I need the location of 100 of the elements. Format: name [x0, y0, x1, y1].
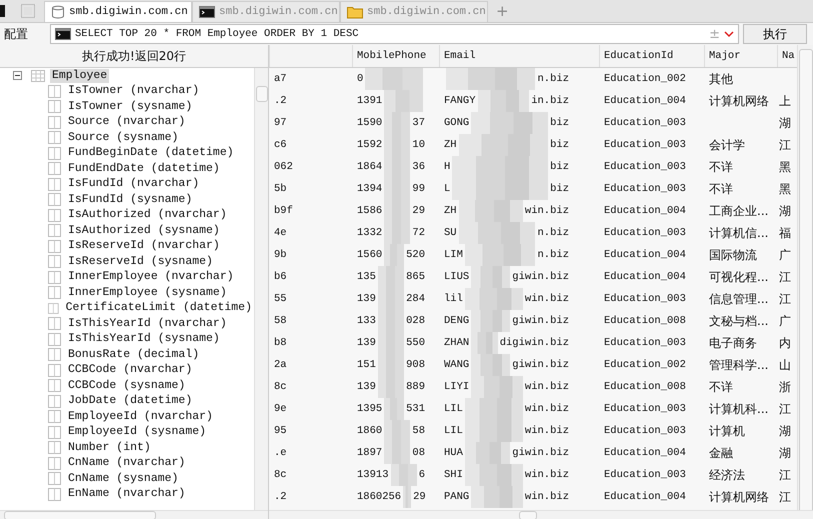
status-message: 执行成功!返回20行 [80, 48, 188, 64]
tree-item[interactable]: IsTowner (sysname) [66, 100, 194, 114]
tree-item[interactable]: EmployeeId (nvarchar) [66, 410, 215, 424]
tree-item[interactable]: EnName (nvarchar) [66, 487, 188, 502]
table-cell: 江 [779, 402, 791, 416]
column-icon [48, 348, 61, 362]
table-cell: 531 [406, 403, 425, 415]
horizontal-scrollbar[interactable] [269, 510, 813, 519]
tree-item[interactable]: FundEndDate (datetime) [66, 162, 222, 176]
table-cell: 计算机科... [709, 402, 768, 416]
table-cell: 99 [412, 183, 425, 195]
table-cell: Education_003 [604, 117, 686, 129]
table-cell: n.biz [537, 227, 569, 239]
tree-item[interactable]: JobDate (datetime) [66, 394, 194, 408]
tree-item[interactable]: CnName (sysname) [66, 472, 180, 486]
tree-item[interactable]: CnName (nvarchar) [66, 456, 188, 470]
table-cell: 工商企业... [709, 204, 768, 218]
column-header[interactable]: Major [704, 45, 777, 67]
tab[interactable]: smb.digiwin.com.cn [44, 1, 192, 22]
table-cell: 95 [274, 425, 287, 437]
table-cell: win.biz [524, 381, 569, 393]
column-icon [48, 270, 61, 284]
table-cell: 江 [779, 292, 791, 306]
tree-item[interactable]: IsReserveId (nvarchar) [66, 239, 222, 254]
table-cell: win.biz [524, 293, 569, 305]
table-cell: .e [274, 447, 287, 459]
collapse-icon[interactable] [13, 71, 22, 80]
vertical-scrollbar[interactable] [797, 45, 813, 510]
table-cell: Education_002 [604, 73, 686, 85]
column-header[interactable]: MobilePhone [352, 45, 439, 67]
table-cell: 72 [412, 227, 425, 239]
tree-item[interactable]: Source (nvarchar) [66, 115, 188, 130]
table-cell: 可视化程... [709, 270, 768, 284]
table-cell: 08 [412, 447, 425, 459]
tree-item[interactable]: Employee [50, 68, 110, 83]
column-icon [48, 178, 61, 191]
column-icon [48, 410, 61, 424]
table-cell: biz [550, 183, 569, 195]
column-icon [48, 224, 61, 238]
column-icon [48, 146, 61, 160]
table-cell: 经济法 [709, 468, 745, 482]
column-header[interactable]: Email [439, 45, 599, 67]
vertical-scrollbar[interactable] [254, 68, 268, 510]
grid-icon[interactable] [20, 3, 36, 19]
table-cell: 黑 [779, 182, 791, 196]
table-cell: 金融 [709, 446, 733, 460]
table-cell: H [444, 161, 450, 173]
table-cell: win.biz [524, 469, 569, 481]
tree-item[interactable]: CCBCode (sysname) [66, 378, 188, 393]
column-icon [48, 472, 61, 486]
tree-item[interactable]: InnerEmployee (sysname) [66, 286, 229, 300]
column-icon [48, 364, 61, 377]
tree-item[interactable]: CCBCode (nvarchar) [66, 363, 194, 378]
database-icon [51, 5, 65, 19]
tree-item[interactable]: EmployeeId (sysname) [66, 425, 208, 440]
table-cell: 浙 [779, 380, 791, 394]
table-cell: WANG [444, 359, 470, 371]
table-cell: 1590 [357, 117, 382, 129]
dropdown-caret-icon[interactable] [724, 30, 734, 38]
tree-item[interactable]: IsReserveId (sysname) [66, 254, 215, 269]
table-cell: ZH [444, 205, 457, 217]
window-icon[interactable] [0, 4, 6, 18]
tree-item[interactable]: IsThisYearId (sysname) [66, 332, 222, 346]
table-cell: 管理科学... [709, 358, 768, 372]
table-cell: 10 [412, 139, 425, 151]
tree-item[interactable]: IsTowner (nvarchar) [66, 84, 202, 98]
query-field[interactable]: SELECT TOP 20 * FROM Employee ORDER BY 1 DESC ± [50, 24, 739, 44]
tree-item[interactable]: Number (int) [66, 440, 153, 455]
table-cell: giwin.biz [512, 359, 569, 371]
tree-item[interactable]: FundBeginDate (datetime) [66, 146, 236, 160]
table-cell: 计算机网络 [709, 94, 769, 108]
table-cell: biz [550, 139, 569, 151]
table-cell: LIYI [444, 381, 470, 393]
table-cell: giwin.biz [512, 271, 569, 283]
table-cell: win.biz [524, 491, 569, 503]
run-button[interactable]: 执行 [743, 24, 807, 44]
table-cell: 1864 [357, 161, 382, 173]
table-cell: 29 [413, 491, 426, 503]
tree-item[interactable]: IsAuthorized (nvarchar) [66, 208, 229, 222]
tree-item[interactable]: CertificateLimit (datetime) [64, 301, 254, 316]
table-cell: Education_003 [604, 403, 686, 415]
tree-item[interactable]: Source (sysname) [66, 130, 180, 145]
column-icon [48, 379, 61, 392]
column-header[interactable]: EducationId [599, 45, 704, 67]
table-cell: LIL [444, 403, 463, 415]
tree-item[interactable]: InnerEmployee (nvarchar) [66, 270, 236, 284]
table-cell: GONG [444, 117, 470, 129]
table-cell: 0 [357, 73, 364, 85]
table-cell: 计算机 [709, 424, 745, 438]
table-cell: 江 [779, 490, 791, 504]
tree-item[interactable]: IsFundId (sysname) [66, 192, 194, 207]
table-icon [31, 70, 45, 82]
tree-item[interactable]: IsThisYearId (nvarchar) [66, 316, 229, 331]
tree-item[interactable]: IsFundId (nvarchar) [66, 177, 202, 192]
horizontal-scrollbar[interactable] [0, 510, 268, 519]
tree-item[interactable]: BonusRate (decimal) [66, 348, 202, 362]
table-cell: ZH [444, 139, 457, 151]
tree-item[interactable]: IsAuthorized (sysname) [66, 224, 222, 238]
table-cell: 湖 [779, 424, 791, 438]
column-icon [48, 286, 61, 300]
